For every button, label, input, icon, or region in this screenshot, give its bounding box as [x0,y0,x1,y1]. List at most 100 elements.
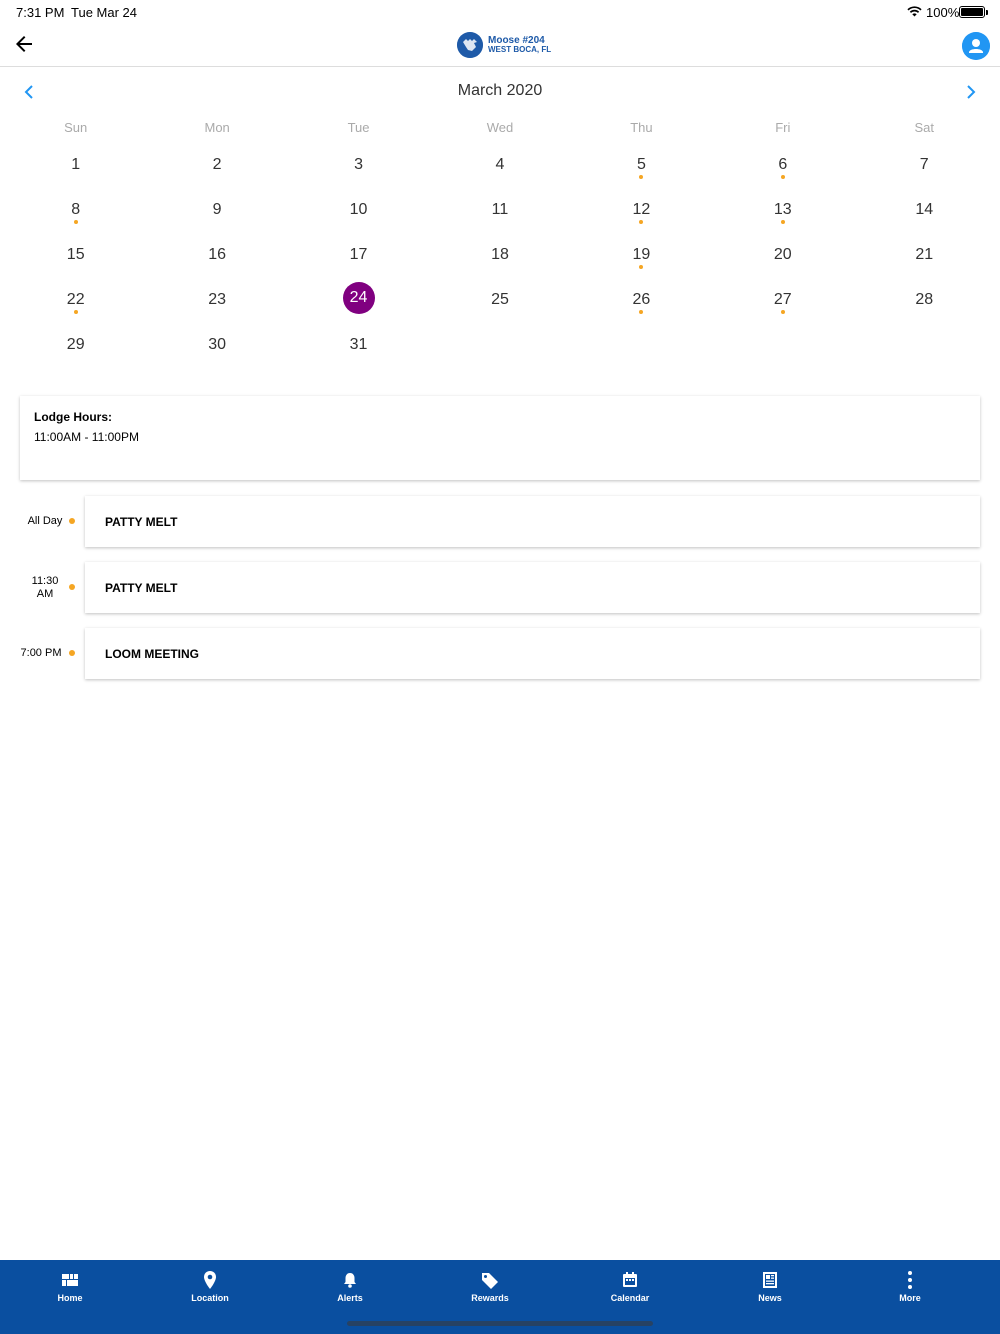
day-number: 1 [71,156,81,173]
calendar-day[interactable]: 7 [854,145,995,190]
calendar-day[interactable]: 3 [288,145,429,190]
calendar-week: 29 30 31 [5,325,995,370]
calendar-icon [623,1272,637,1287]
event-time-line1: 7:00 PM [20,647,62,659]
calendar-day[interactable]: 5 [571,145,712,190]
day-number: 25 [491,291,509,308]
day-number: 20 [773,246,792,263]
calendar-day[interactable]: 22 [5,280,146,325]
day-number: 7 [919,156,929,173]
day-number: 17 [349,246,368,263]
calendar-day[interactable]: 15 [5,235,146,280]
app-header: Moose #204 WEST BOCA, FL [0,24,1000,67]
calendar-day[interactable]: 9 [146,190,287,235]
event-row[interactable]: All Day PATTY MELT [0,496,1000,547]
day-number: 4 [495,156,505,173]
day-number: 18 [491,246,509,263]
event-row[interactable]: 7:00 PM LOOM MEETING [0,628,1000,679]
calendar-day[interactable]: 19 [571,235,712,280]
calendar-day[interactable]: 25 [429,280,570,325]
chevron-right-icon[interactable] [961,82,981,102]
weekday-label: Wed [486,120,514,135]
month-navigation: March 2020 [0,78,1000,106]
calendar-day[interactable]: 24 [288,280,429,325]
bell-icon [344,1273,356,1288]
event-title: PATTY MELT [105,515,178,529]
event-time-line1: 11:30 [31,575,59,587]
battery-percent: 100% [926,5,960,20]
status-date: Tue Mar 24 [71,5,137,20]
day-number: 16 [208,246,227,263]
event-time: 7:00 PM [12,647,70,659]
event-time: 11:30 AM [16,575,74,601]
event-time-line1: All Day [27,515,63,527]
day-number: 24 [342,282,375,314]
day-number: 23 [208,291,227,308]
tab-location[interactable]: Location [140,1260,280,1334]
tab-label: Home [57,1293,83,1303]
calendar-day[interactable]: 28 [854,280,995,325]
calendar-day[interactable]: 21 [854,235,995,280]
calendar-day[interactable]: 8 [5,190,146,235]
event-indicator-dot [73,220,78,224]
calendar-day[interactable]: 4 [429,145,570,190]
calendar-day[interactable]: 12 [571,190,712,235]
day-number: 29 [66,336,85,353]
calendar-day[interactable]: 20 [712,235,853,280]
calendar-week: 22 23 24 25 26 27 28 [5,280,995,325]
tab-home[interactable]: Home [0,1260,140,1334]
calendar-day[interactable]: 26 [571,280,712,325]
calendar-day[interactable]: 16 [146,235,287,280]
calendar-day[interactable]: 23 [146,280,287,325]
chevron-left-icon[interactable] [19,82,39,102]
tab-more[interactable]: More [840,1260,980,1334]
calendar-day[interactable]: 30 [146,325,287,370]
event-time: All Day [16,515,74,527]
calendar-grid: 1 2 3 4 5 6 7 8 9 10 11 12 13 14 15 16 17 18 19 20 21 22 23 24 2… [5,145,995,370]
event-card[interactable]: LOOM MEETING [85,628,980,679]
calendar-day[interactable]: 1 [5,145,146,190]
tab-news[interactable]: News [700,1260,840,1334]
tab-label: Calendar [610,1293,650,1303]
weekday-label: Mon [204,120,230,135]
calendar-day[interactable]: 6 [712,145,853,190]
calendar-day[interactable]: 31 [288,325,429,370]
calendar-day[interactable]: 2 [146,145,287,190]
weekday-label: Tue [347,120,370,135]
day-number: 10 [349,201,368,218]
day-number: 14 [915,201,934,218]
calendar-day[interactable]: 18 [429,235,570,280]
status-bar: 7:31 PM Tue Mar 24 100% [0,0,1000,24]
calendar-day[interactable]: 10 [288,190,429,235]
calendar-day[interactable]: 14 [854,190,995,235]
weekday-label: Fri [775,120,791,135]
tab-label: News [758,1293,782,1303]
moose-logo: Moose #204 WEST BOCA, FL [457,31,551,59]
day-number: 11 [491,201,509,218]
calendar-day[interactable]: 27 [712,280,853,325]
event-card[interactable]: PATTY MELT [85,562,980,613]
calendar-day[interactable]: 17 [288,235,429,280]
event-indicator-dot [73,310,78,314]
event-title: LOOM MEETING [105,647,199,661]
event-indicator-dot [780,220,785,224]
lodge-hours-label: Lodge Hours: [34,410,112,424]
event-indicator-dot [780,310,785,314]
event-row[interactable]: 11:30 AM PATTY MELT [0,562,1000,613]
logo-subtitle: WEST BOCA, FL [488,45,552,54]
arrow-left-icon[interactable] [12,32,36,56]
day-number: 30 [208,336,227,353]
calendar-day[interactable]: 29 [5,325,146,370]
more-vertical-icon [908,1271,912,1289]
day-number: 3 [354,156,363,173]
day-number: 2 [212,156,222,173]
status-time: 7:31 PM [16,5,65,20]
tab-label: Alerts [337,1293,363,1303]
moose-emblem-icon [457,32,483,58]
calendar-day[interactable]: 11 [429,190,570,235]
calendar-day[interactable]: 13 [712,190,853,235]
event-card[interactable]: PATTY MELT [85,496,980,547]
person-icon[interactable] [962,32,990,60]
day-number: 28 [915,291,934,308]
event-dot [69,518,75,524]
